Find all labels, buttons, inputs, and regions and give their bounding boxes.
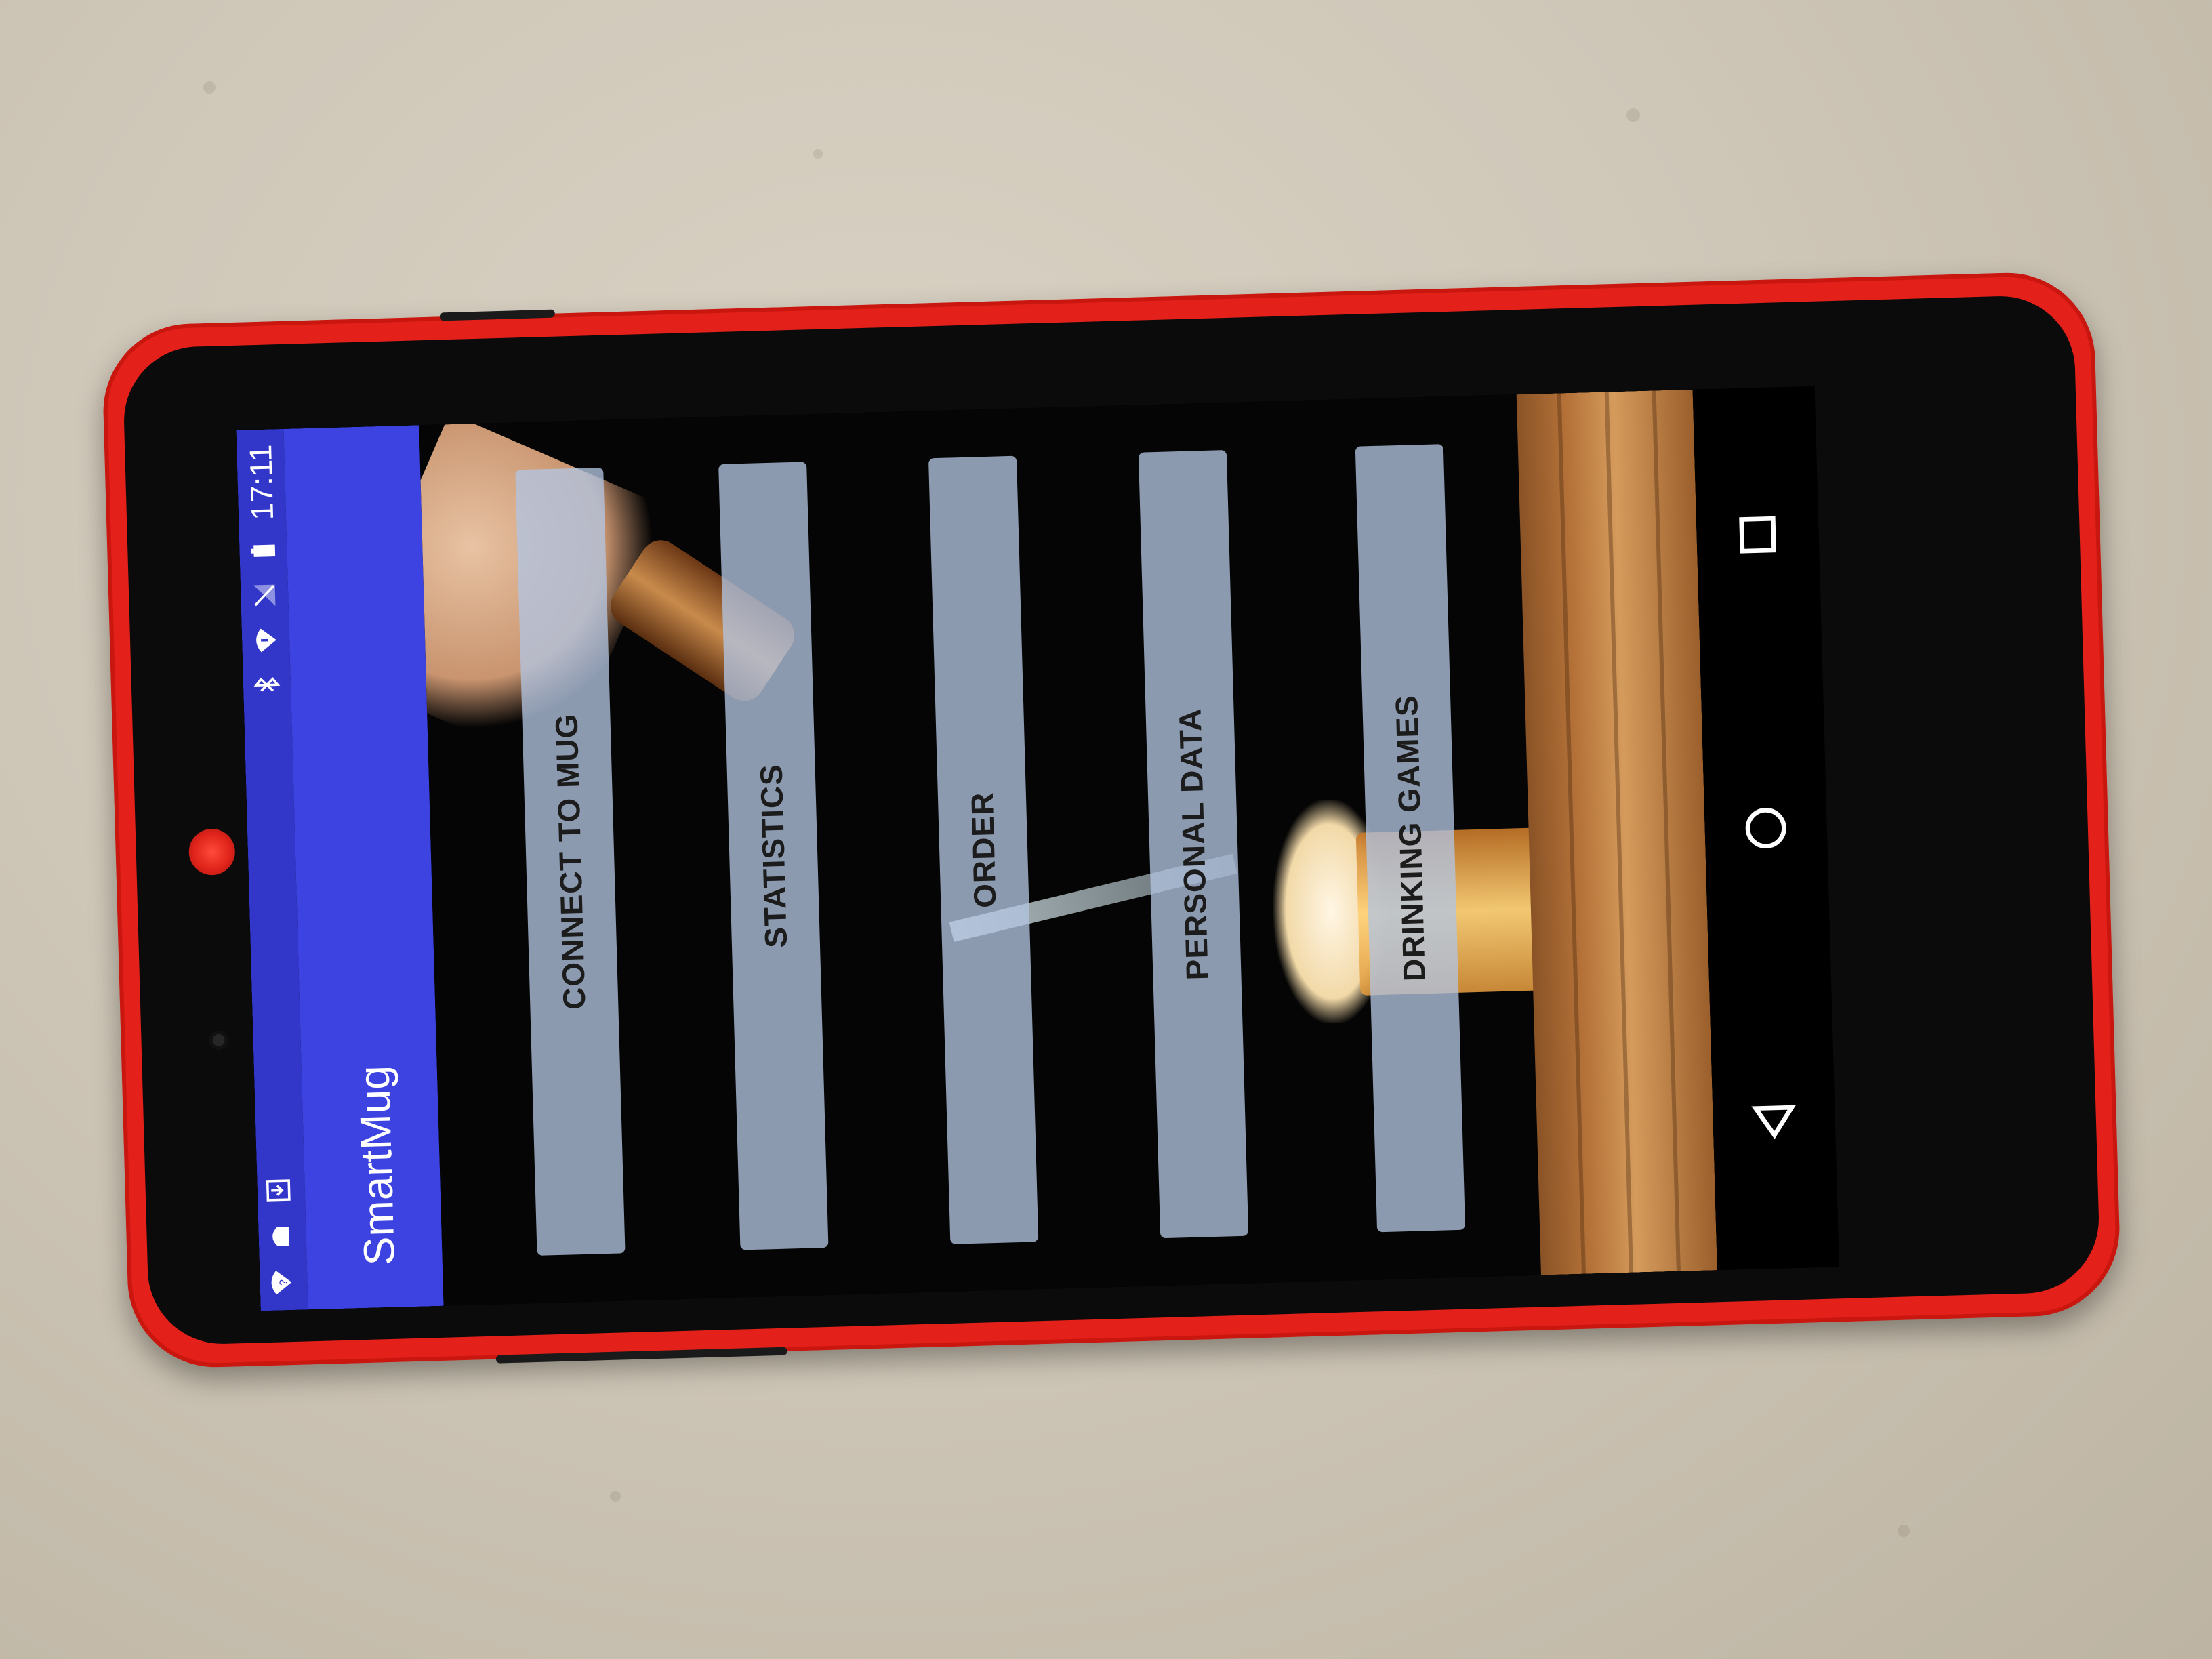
surface-speck	[813, 149, 823, 159]
screen-viewport: ? 17:11 SmartMug CONNECT TO MUG STATISTI…	[236, 386, 1839, 1311]
connect-to-mug-button[interactable]: CONNECT TO MUG	[515, 467, 626, 1256]
phone-bezel: ? 17:11 SmartMug CONNECT TO MUG STATISTI…	[122, 294, 2101, 1346]
app-title: SmartMug	[349, 1065, 404, 1267]
front-camera	[209, 1030, 228, 1050]
status-left-icons: ?	[264, 1176, 295, 1297]
recents-icon[interactable]	[1726, 504, 1788, 566]
svg-text:?: ?	[278, 1279, 289, 1286]
order-button[interactable]: ORDER	[928, 455, 1039, 1244]
bluetooth-icon	[252, 670, 281, 699]
wifi-unknown-icon: ?	[266, 1268, 295, 1297]
app-bar: SmartMug	[283, 425, 444, 1310]
surface-speck	[203, 81, 216, 94]
back-icon[interactable]	[1743, 1090, 1805, 1153]
volume-button	[439, 309, 555, 321]
download-icon	[264, 1176, 293, 1205]
drinking-games-button[interactable]: DRINKING GAMES	[1355, 444, 1466, 1233]
navigation-bar	[1692, 386, 1839, 1271]
power-button	[495, 1347, 787, 1364]
earpiece-speaker	[188, 828, 236, 876]
wifi-alert-icon	[251, 626, 281, 655]
status-right-icons: 17:11	[242, 444, 285, 699]
home-icon[interactable]	[1734, 797, 1797, 859]
statistics-button[interactable]: STATISTICS	[718, 462, 829, 1250]
phone-screen: ? 17:11 SmartMug CONNECT TO MUG STATISTI…	[236, 386, 1839, 1311]
main-menu: CONNECT TO MUG STATISTICS ORDER PERSONAL…	[419, 390, 1717, 1306]
main-content: CONNECT TO MUG STATISTICS ORDER PERSONAL…	[419, 389, 1717, 1306]
surface-speck	[610, 1491, 621, 1502]
surface-speck	[1898, 1525, 1910, 1537]
personal-data-button[interactable]: PERSONAL DATA	[1138, 450, 1249, 1239]
battery-icon	[249, 536, 278, 565]
no-signal-icon	[250, 581, 279, 610]
surface-speck	[1626, 108, 1640, 122]
status-time: 17:11	[243, 444, 281, 521]
phone-body: ? 17:11 SmartMug CONNECT TO MUG STATISTI…	[101, 270, 2122, 1370]
android-icon	[265, 1222, 294, 1251]
